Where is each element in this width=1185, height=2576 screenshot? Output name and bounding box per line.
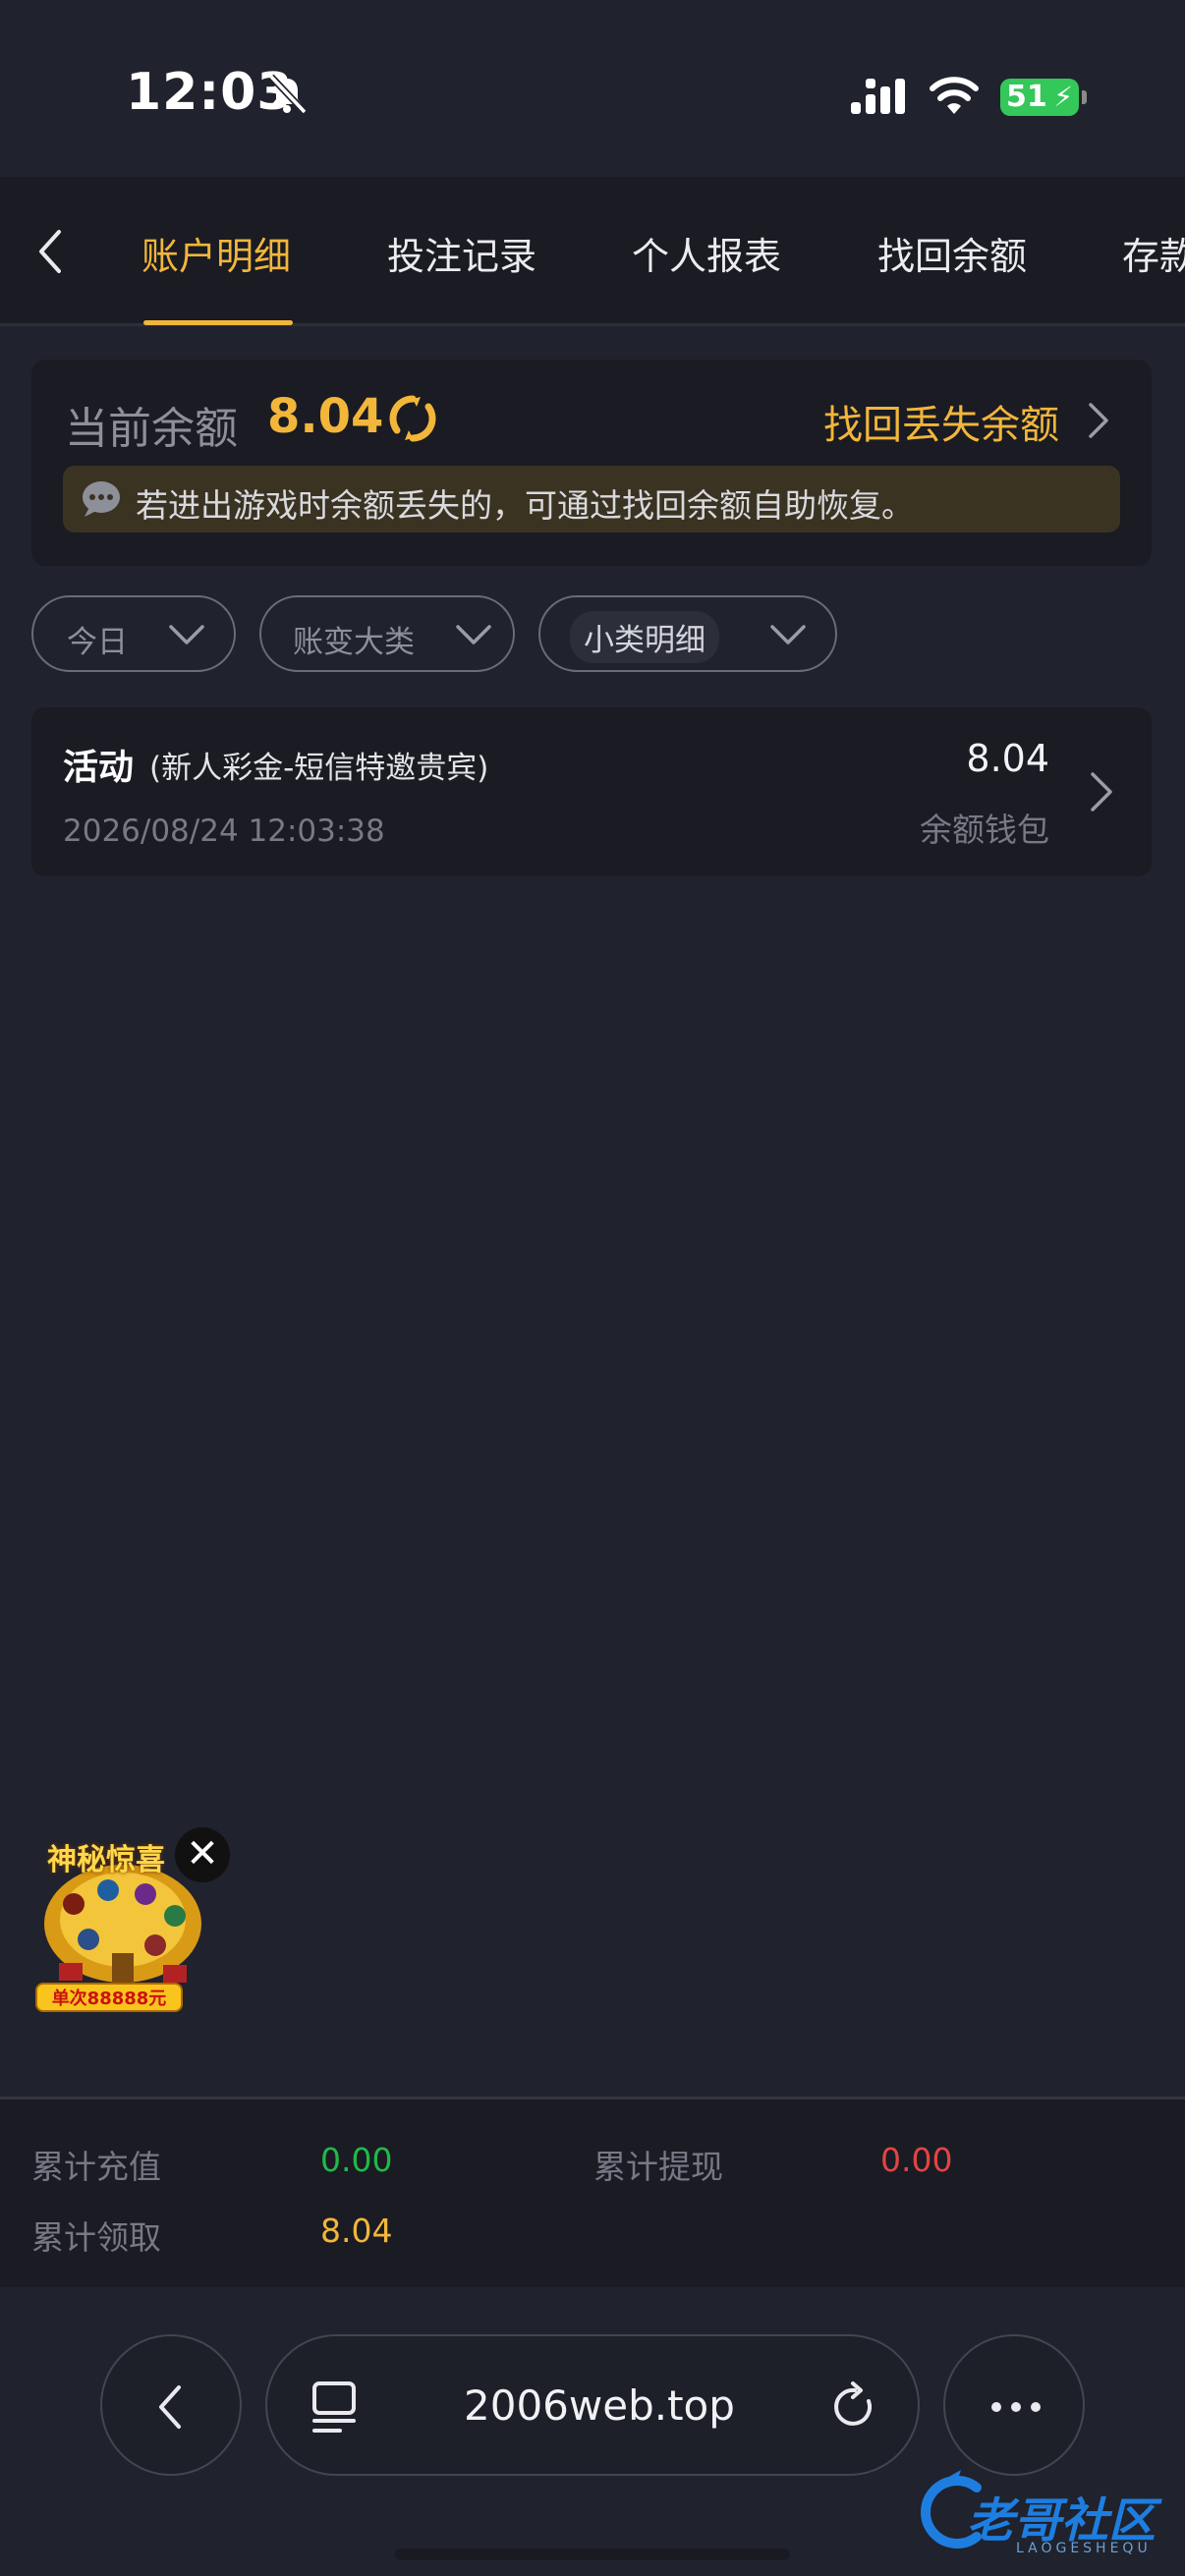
summary-panel: 累计充值 0.00 累计提现 0.00 累计领取 8.04 <box>0 2097 1185 2287</box>
tabs-list-icon[interactable] <box>310 2380 364 2435</box>
tab-bar: 账户明细 投注记录 个人报表 找回余额 存款 <box>0 177 1185 326</box>
withdraw-total-label: 累计提现 <box>593 2148 723 2186</box>
chevron-right-icon[interactable] <box>1085 399 1112 442</box>
chevron-down-icon <box>456 625 491 644</box>
promo-banner: 单次88888元 <box>35 1983 183 2012</box>
browser-more-button[interactable] <box>943 2334 1085 2476</box>
record-time: 2026/08/24 12:03:38 <box>63 813 385 849</box>
promo-title: 神秘惊喜 <box>47 1843 165 1877</box>
recharge-total-label: 累计充值 <box>31 2148 161 2186</box>
filter-date[interactable]: 今日 <box>31 595 236 672</box>
balance-card: 当前余额 8.04 找回丢失余额 若进出游戏时余额丢失的，可通过找回余额自助恢复… <box>31 360 1152 566</box>
recover-notice: 若进出游戏时余额丢失的，可通过找回余额自助恢复。 <box>63 466 1120 532</box>
address-bar[interactable]: 2006web.top <box>265 2334 920 2476</box>
back-chevron-icon[interactable] <box>29 224 73 279</box>
record-wallet: 余额钱包 <box>920 811 1049 849</box>
list-item[interactable]: 活动 (新人彩金-短信特邀贵宾) 2026/08/24 12:03:38 8.0… <box>31 707 1152 876</box>
filter-category[interactable]: 账变大类 <box>259 595 515 672</box>
tab-recover-balance[interactable]: 找回余额 <box>877 226 1027 280</box>
chevron-down-icon <box>169 625 204 644</box>
back-chevron-icon <box>159 2385 181 2429</box>
status-bar: 12:03 51 ⚡ <box>0 0 1185 177</box>
chevron-down-icon <box>770 625 806 644</box>
balance-label: 当前余额 <box>65 404 238 454</box>
bell-muted-icon <box>268 74 308 115</box>
balance-value: 8.04 <box>267 389 384 444</box>
tab-deposit[interactable]: 存款 <box>1122 226 1185 280</box>
cellular-signal-icon <box>851 79 905 114</box>
withdraw-total-value: 0.00 <box>880 2141 953 2179</box>
claim-total-label: 累计领取 <box>31 2218 161 2257</box>
filter-category-label: 账变大类 <box>293 625 415 660</box>
tab-bet-records[interactable]: 投注记录 <box>387 226 536 280</box>
battery-level: 51 <box>1006 80 1047 114</box>
filter-date-label: 今日 <box>67 625 128 660</box>
url-text: 2006web.top <box>464 2381 735 2430</box>
chevron-right-icon <box>1091 772 1112 812</box>
tab-account-details[interactable]: 账户明细 <box>141 226 291 280</box>
wifi-icon <box>930 77 979 114</box>
recover-lost-balance-link[interactable]: 找回丢失余额 <box>823 393 1059 450</box>
reload-icon[interactable] <box>827 2380 882 2435</box>
record-description: (新人彩金-短信特邀贵宾) <box>149 751 489 786</box>
watermark-subtext: LAOGESHEQU <box>1016 2541 1152 2556</box>
home-indicator <box>395 2548 790 2560</box>
browser-back-button[interactable] <box>100 2334 242 2476</box>
claim-total-value: 8.04 <box>320 2212 393 2250</box>
chat-bubble-icon <box>83 481 120 517</box>
close-icon[interactable]: ✕ <box>175 1827 230 1882</box>
active-tab-underline <box>143 320 293 325</box>
record-type: 活动 <box>63 748 135 788</box>
charging-bolt-icon: ⚡ <box>1053 81 1073 113</box>
promo-floating-widget[interactable]: 神秘惊喜 单次88888元 ✕ <box>29 1827 230 2014</box>
filter-subcategory[interactable]: 小类明细 <box>538 595 837 672</box>
record-amount: 8.04 <box>966 737 1049 780</box>
notice-text: 若进出游戏时余额丢失的，可通过找回余额自助恢复。 <box>136 486 914 525</box>
battery-indicator: 51 ⚡ <box>1000 79 1087 116</box>
refresh-icon[interactable] <box>387 393 438 444</box>
more-dots-icon <box>991 2402 1041 2412</box>
recharge-total-value: 0.00 <box>320 2141 393 2179</box>
tab-personal-report[interactable]: 个人报表 <box>632 226 781 280</box>
watermark-logo: 老哥社区 LAOGESHEQU <box>918 2464 1173 2562</box>
filter-subcategory-label: 小类明细 <box>570 611 719 663</box>
